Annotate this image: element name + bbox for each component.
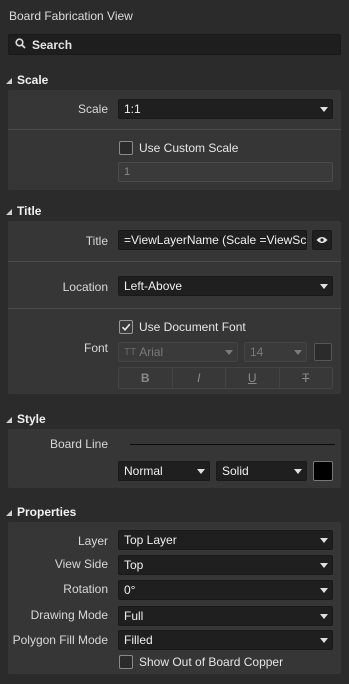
use-custom-scale-checkbox[interactable] [119,141,133,155]
title-label: Title [85,234,108,248]
chevron-down-icon [294,349,302,355]
section-title-title: Title [17,204,42,218]
line-color-swatch[interactable] [313,461,333,481]
font-label: Font [83,341,108,355]
underline-button[interactable]: U [226,368,280,388]
line-weight-dropdown[interactable]: Normal [118,461,210,481]
show-out-of-board-copper-row[interactable]: Show Out of Board Copper [119,655,283,669]
section-title-style: Style [17,412,46,426]
line-style-dropdown[interactable]: Solid [216,461,307,481]
scale-value: 1:1 [124,102,141,116]
expand-triangle-icon [6,505,12,519]
show-out-of-board-copper-checkbox[interactable] [119,655,133,669]
location-label: Location [62,280,108,294]
drawing-mode-dropdown[interactable]: Full [118,606,333,626]
divider [8,308,341,309]
italic-button[interactable]: I [173,368,226,388]
view-side-dropdown[interactable]: Top [118,555,333,575]
line-style-value: Solid [222,464,249,478]
layer-label: Layer [77,534,108,548]
divider [8,129,341,130]
checkmark-icon [121,323,131,331]
scale-box: Scale 1:1 Use Custom Scale 1 [8,90,341,190]
font-size-dropdown[interactable]: 14 [244,342,307,362]
section-title-properties: Properties [17,505,77,519]
section-header-title[interactable]: Title [6,204,41,218]
search-input[interactable]: Search [8,34,341,55]
font-format-bar: B I U T [118,367,333,389]
font-size-value: 14 [250,345,264,359]
eye-icon [316,233,328,247]
use-document-font-row[interactable]: Use Document Font [119,320,246,334]
chevron-down-icon [225,349,233,355]
strikethrough-button[interactable]: T [280,368,333,388]
chevron-down-icon [197,468,205,474]
section-header-scale[interactable]: Scale [6,73,48,87]
rotation-value: 0° [124,583,136,597]
search-placeholder: Search [32,37,73,52]
use-custom-scale-label: Use Custom Scale [139,141,239,155]
section-title-scale: Scale [17,73,49,87]
chevron-down-icon [320,537,328,543]
scale-label: Scale [77,102,108,116]
layer-dropdown[interactable]: Top Layer [118,530,333,550]
use-document-font-label: Use Document Font [139,320,246,334]
font-color-swatch[interactable] [314,343,332,361]
title-box: Title =ViewLayerName (Scale =ViewScale) … [8,221,341,394]
properties-box: Layer Top Layer View Side Top Rotation 0… [8,522,341,674]
chevron-down-icon [320,106,328,112]
font-name-dropdown[interactable]: TT Arial [118,342,238,362]
section-header-properties[interactable]: Properties [6,505,76,519]
view-side-label: View Side [54,557,108,571]
board-line-preview [130,444,335,445]
style-box: Board Line Normal Solid [8,429,341,488]
use-custom-scale-row[interactable]: Use Custom Scale [119,141,238,155]
chevron-down-icon [320,587,328,593]
custom-scale-input[interactable]: 1 [118,162,333,182]
expand-triangle-icon [6,412,12,426]
use-document-font-checkbox[interactable] [119,320,133,334]
eye-button[interactable] [312,230,332,250]
chevron-down-icon [294,468,302,474]
section-header-style[interactable]: Style [6,412,46,426]
panel-title: Board Fabrication View [9,9,133,23]
rotation-label: Rotation [63,582,108,596]
chevron-down-icon [320,562,328,568]
chevron-down-icon [320,613,328,619]
bold-button[interactable]: B [119,368,173,388]
layer-value: Top Layer [124,533,177,547]
line-weight-value: Normal [124,464,163,478]
polygon-fill-mode-label: Polygon Fill Mode [12,633,108,647]
drawing-mode-value: Full [124,609,144,623]
expand-triangle-icon [6,204,12,218]
board-line-label: Board Line [49,437,108,451]
location-value: Left-Above [124,279,183,293]
chevron-down-icon [320,283,328,289]
polygon-fill-mode-value: Filled [124,633,153,647]
expand-triangle-icon [6,73,12,87]
scale-dropdown[interactable]: 1:1 [118,99,333,119]
font-name-value: Arial [139,345,164,359]
search-icon [15,37,26,52]
truetype-font-icon: TT [124,346,137,358]
drawing-mode-label: Drawing Mode [30,608,108,622]
divider [8,261,341,262]
chevron-down-icon [320,637,328,643]
location-dropdown[interactable]: Left-Above [118,276,333,296]
rotation-dropdown[interactable]: 0° [118,580,333,600]
title-input[interactable]: =ViewLayerName (Scale =ViewScale) [118,230,307,250]
show-out-of-board-copper-label: Show Out of Board Copper [139,655,284,669]
polygon-fill-mode-dropdown[interactable]: Filled [118,630,333,650]
view-side-value: Top [124,558,144,572]
